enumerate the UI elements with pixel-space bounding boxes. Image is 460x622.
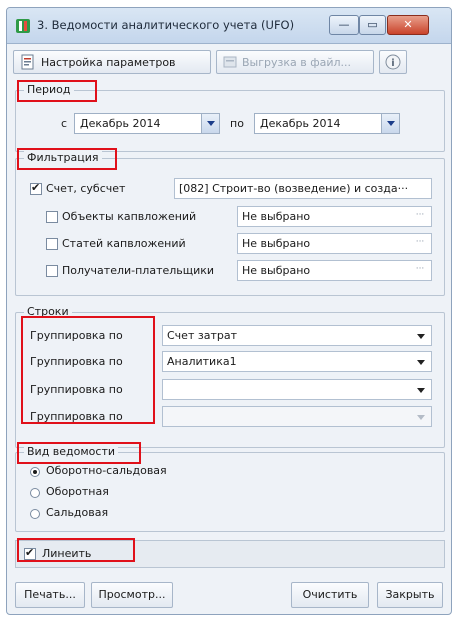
period-to-value: Декабрь 2014 xyxy=(260,117,341,130)
grouping-label-4: Группировка по xyxy=(30,410,123,423)
filter-investment-items-checkbox[interactable] xyxy=(46,238,58,250)
grouping-label-1: Группировка по xyxy=(30,329,123,342)
rows-group: Строки Группировка по Счет затрат Группи… xyxy=(15,305,445,448)
filter-account-value: [082] Строит-во (возведение) и созда··· xyxy=(179,182,409,195)
clear-button[interactable]: Очистить xyxy=(291,582,369,608)
filter-investment-items-label: Статей капвложений xyxy=(62,237,186,250)
report-kind-group-title: Вид ведомости xyxy=(24,445,119,458)
lines-panel: Линеить xyxy=(15,540,445,568)
radio-turnover-balance-label[interactable]: Оборотно-сальдовая xyxy=(46,464,167,477)
ellipsis-icon[interactable]: ··· xyxy=(411,209,429,224)
grouping-select-1[interactable]: Счет затрат xyxy=(162,325,432,346)
svg-text:i: i xyxy=(391,58,394,69)
filters-group-title: Фильтрация xyxy=(24,151,102,164)
filter-payees-value: Не выбрано xyxy=(242,264,311,277)
filter-payees-field[interactable]: Не выбрано ··· xyxy=(237,260,432,281)
filter-investment-objects-label: Объекты капвложений xyxy=(62,210,197,223)
filter-account-checkbox[interactable] xyxy=(30,181,42,195)
settings-button-label: Настройка параметров xyxy=(41,55,176,69)
window-title: 3. Ведомости аналитического учета (UFO) xyxy=(37,18,295,32)
filter-investment-items-field[interactable]: Не выбрано ··· xyxy=(237,233,432,254)
maximize-button[interactable]: ▭ xyxy=(359,15,386,35)
report-window: 3. Ведомости аналитического учета (UFO) … xyxy=(6,7,452,615)
close-window-button[interactable]: ✕ xyxy=(387,15,429,35)
period-group: Период с Декабрь 2014 по Декабрь 2014 xyxy=(15,83,445,152)
radio-turnover-balance[interactable] xyxy=(30,467,40,477)
period-from-select[interactable]: Декабрь 2014 xyxy=(74,113,220,134)
filter-investment-objects-value: Не выбрано xyxy=(242,210,311,223)
print-button[interactable]: Печать... xyxy=(15,582,85,608)
filter-account-field[interactable]: [082] Строит-во (возведение) и созда··· xyxy=(174,178,432,199)
rows-group-title: Строки xyxy=(24,305,72,318)
filter-payees-label: Получатели-плательщики xyxy=(62,264,215,277)
period-to-label: по xyxy=(230,117,244,130)
radio-turnover[interactable] xyxy=(30,488,40,498)
info-button[interactable]: i xyxy=(379,50,407,74)
title-bar[interactable]: 3. Ведомости аналитического учета (UFO) … xyxy=(7,8,451,44)
grouping-select-2[interactable]: Аналитика1 xyxy=(162,351,432,372)
ellipsis-icon[interactable]: ··· xyxy=(411,263,429,278)
info-icon: i xyxy=(385,54,401,70)
period-group-title: Период xyxy=(24,83,74,96)
settings-button[interactable]: Настройка параметров xyxy=(13,50,211,74)
filter-payees-checkbox[interactable] xyxy=(46,265,58,277)
filter-investment-items-value: Не выбрано xyxy=(242,237,311,250)
app-icon xyxy=(16,19,30,33)
grouping-value-1: Счет затрат xyxy=(167,329,237,342)
lines-checkbox[interactable] xyxy=(24,546,36,560)
filter-account-label: Счет, субсчет xyxy=(46,182,126,195)
grouping-value-2: Аналитика1 xyxy=(167,355,237,368)
chevron-down-icon[interactable] xyxy=(381,114,399,133)
chevron-down-icon[interactable] xyxy=(417,360,425,365)
chevron-down-icon xyxy=(417,415,425,420)
filter-investment-objects-checkbox[interactable] xyxy=(46,211,58,223)
report-kind-group: Вид ведомости Оборотно-сальдовая Оборотн… xyxy=(15,445,445,532)
grouping-label-3: Группировка по xyxy=(30,383,123,396)
preview-button[interactable]: Просмотр... xyxy=(91,582,173,608)
export-icon xyxy=(223,56,237,68)
grouping-label-2: Группировка по xyxy=(30,355,123,368)
filters-group: Фильтрация Счет, субсчет [082] Строит-во… xyxy=(15,151,445,296)
close-button[interactable]: Закрыть xyxy=(377,582,443,608)
settings-icon xyxy=(21,54,34,70)
radio-turnover-label[interactable]: Оборотная xyxy=(46,485,109,498)
period-from-value: Декабрь 2014 xyxy=(80,117,161,130)
export-button-label: Выгрузка в файл... xyxy=(242,55,352,69)
period-from-label: с xyxy=(61,117,68,130)
lines-checkbox-label[interactable]: Линеить xyxy=(42,547,91,560)
radio-balance[interactable] xyxy=(30,509,40,519)
radio-balance-label[interactable]: Сальдовая xyxy=(46,506,108,519)
filter-investment-objects-field[interactable]: Не выбрано ··· xyxy=(237,206,432,227)
toolbar: Настройка параметров Выгрузка в файл... … xyxy=(7,45,451,79)
grouping-select-4[interactable] xyxy=(162,406,432,427)
chevron-down-icon[interactable] xyxy=(201,114,219,133)
minimize-button[interactable]: — xyxy=(329,15,359,35)
period-to-select[interactable]: Декабрь 2014 xyxy=(254,113,400,134)
chevron-down-icon[interactable] xyxy=(417,388,425,393)
chevron-down-icon[interactable] xyxy=(417,334,425,339)
export-button[interactable]: Выгрузка в файл... xyxy=(216,50,374,74)
grouping-select-3[interactable] xyxy=(162,379,432,400)
ellipsis-icon[interactable]: ··· xyxy=(411,236,429,251)
